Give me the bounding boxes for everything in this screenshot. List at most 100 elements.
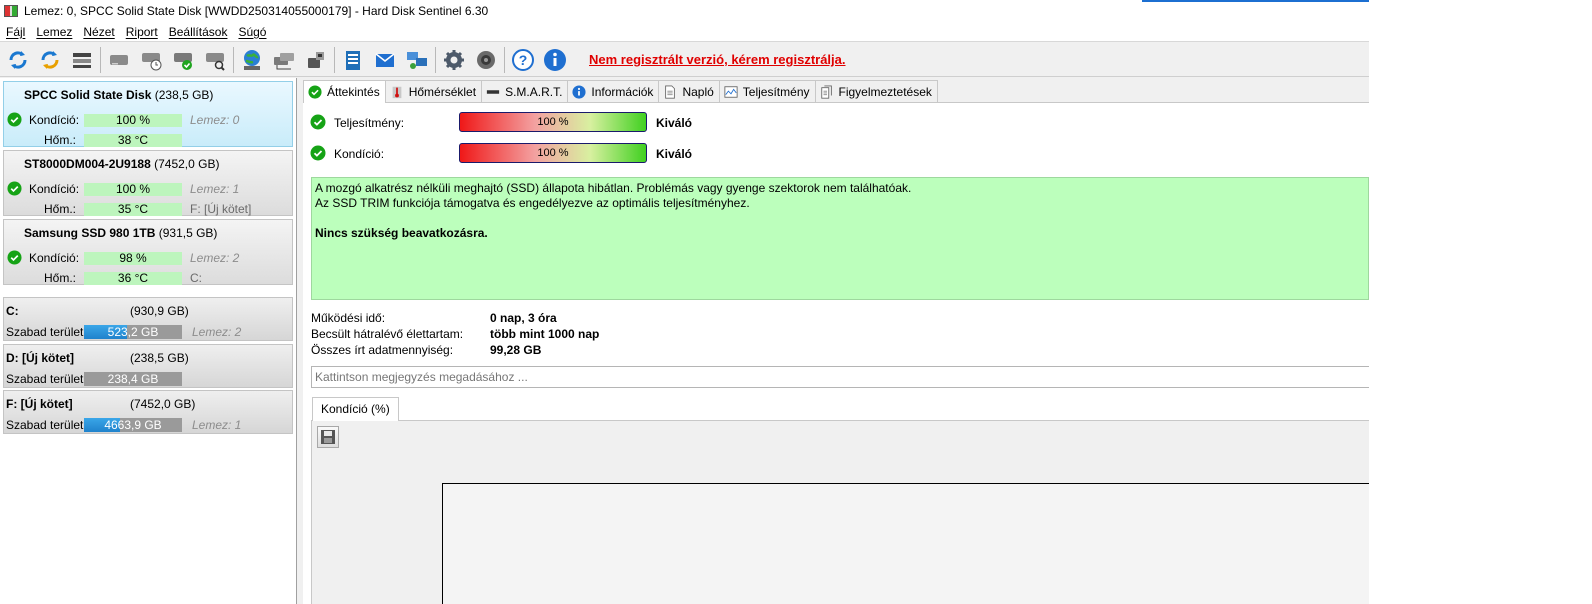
menu-file[interactable]: Fájl [4, 25, 34, 39]
tab-label: Napló [682, 84, 714, 99]
disk-icon [110, 54, 128, 65]
disk-list-button[interactable] [68, 46, 96, 74]
info-value: 99,28 GB [490, 343, 542, 357]
temperature-bar: 36 °C [84, 272, 182, 285]
health-ok-icon [310, 145, 326, 161]
disk-name: Samsung SSD 980 1TB (931,5 GB) [24, 226, 218, 240]
disk-schedule-button[interactable] [137, 46, 165, 74]
globe-button[interactable] [238, 46, 266, 74]
tab-log[interactable]: Napló [658, 80, 720, 102]
volume-card-d[interactable]: D: [Új kötet] (238,5 GB) Szabad terület … [3, 344, 293, 388]
network-icon [407, 51, 427, 69]
email-icon [375, 52, 395, 67]
free-space-label: Szabad terület [6, 372, 84, 386]
document-icon [665, 84, 676, 99]
health-rating: Kiváló [656, 147, 693, 161]
info-value: több mint 1000 nap [490, 327, 600, 341]
condition-bar: 100 % [84, 183, 182, 196]
volume-card-c[interactable]: C: (930,9 GB) Szabad terület 523,2 GB Le… [3, 297, 293, 341]
tab-label: Áttekintés [327, 85, 380, 99]
disk-search-button[interactable] [201, 46, 229, 74]
refresh-all-icon [41, 50, 59, 69]
disk-name: ST8000DM004-2U9188 (7452,0 GB) [24, 157, 220, 171]
email-button[interactable] [371, 46, 399, 74]
temperature-bar: 35 °C [84, 203, 182, 216]
menu-report[interactable]: Riport [124, 25, 167, 39]
taskbar-accent [1142, 0, 1369, 2]
usb-disk-icon [308, 51, 324, 68]
save-chart-button[interactable] [317, 426, 339, 448]
performance-label: Teljesítmény: [334, 116, 405, 130]
info-row-lifetime: Becsült hátralévő élettartam: több mint … [311, 327, 711, 343]
tab-smart[interactable]: S.M.A.R.T. [481, 80, 569, 102]
disk-status-button[interactable] [169, 46, 197, 74]
refresh-button[interactable] [4, 46, 32, 74]
disk-card-samsung[interactable]: Samsung SSD 980 1TB (931,5 GB) Kondíció:… [3, 219, 293, 285]
settings-icon [444, 49, 464, 70]
volume-disk: Lemez: 1 [192, 418, 242, 432]
tab-condition-chart[interactable]: Kondíció (%) [312, 397, 399, 421]
settings-button[interactable] [440, 46, 468, 74]
save-icon [321, 430, 335, 444]
condition-bar: 100 % [84, 114, 182, 127]
sound-button[interactable] [472, 46, 500, 74]
report-icon [346, 50, 360, 70]
health-ok-icon [7, 112, 22, 127]
note-input[interactable] [311, 366, 1369, 388]
health-ok-icon [7, 250, 22, 265]
volume-card-f[interactable]: F: [Új kötet] (7452,0 GB) Szabad terület… [3, 390, 293, 434]
menu-help[interactable]: Súgó [236, 25, 275, 39]
disk-index: Lemez: 0 [190, 113, 240, 127]
free-space-bar: 4663,9 GB [84, 418, 182, 432]
info-value: 0 nap, 3 óra [490, 311, 557, 325]
condition-bar: 98 % [84, 252, 182, 265]
network-disk-button[interactable] [270, 46, 298, 74]
report-button[interactable] [339, 46, 367, 74]
disk-card-st8000[interactable]: ST8000DM004-2U9188 (7452,0 GB) Kondíció:… [3, 150, 293, 216]
hard-disk-sentinel-window: Lemez: 0, SPCC Solid State Disk [WWDD250… [0, 0, 1369, 604]
info-row-uptime: Működési idő: 0 nap, 3 óra [311, 311, 711, 327]
temperature-label: Hőm.: [44, 202, 77, 216]
help-button[interactable]: ? [509, 46, 537, 74]
tab-overview[interactable]: Áttekintés [303, 80, 386, 103]
about-button[interactable] [541, 46, 569, 74]
registration-warning-link[interactable]: Nem regisztrált verzió, kérem regisztrál… [589, 52, 846, 67]
disk-search-icon [206, 52, 225, 71]
disk-card-spcc[interactable]: SPCC Solid State Disk (238,5 GB) Kondíci… [3, 81, 293, 147]
free-space-bar: 238,4 GB [84, 372, 182, 386]
disk-volume: F: [Új kötet] [190, 202, 252, 216]
tab-performance[interactable]: Teljesítmény [718, 80, 816, 102]
volume-name: C: [6, 304, 19, 318]
disk-schedule-icon [142, 52, 162, 70]
volume-disk: Lemez: 2 [192, 325, 242, 339]
free-space-bar: 523,2 GB [84, 325, 182, 339]
menu-settings[interactable]: Beállítások [167, 25, 237, 39]
desktop-background [1369, 0, 1592, 604]
usb-disk-button[interactable] [302, 46, 330, 74]
info-label: Összes írt adatmennyiség: [311, 343, 454, 357]
tab-label: S.M.A.R.T. [505, 84, 563, 99]
toolbar-separator [435, 46, 436, 73]
disk-button[interactable] [105, 46, 133, 74]
condition-label: Kondíció: [29, 251, 80, 265]
performance-rating: Kiváló [656, 116, 693, 130]
volume-size: (7452,0 GB) [130, 397, 196, 411]
window-title: Lemez: 0, SPCC Solid State Disk [WWDD250… [24, 4, 489, 18]
info-icon [572, 84, 586, 99]
menu-disk[interactable]: Lemez [34, 25, 81, 39]
condition-label: Kondíció: [29, 182, 80, 196]
volume-name: F: [Új kötet] [6, 397, 73, 411]
network-button[interactable] [403, 46, 431, 74]
tab-temperature[interactable]: Hőmérséklet [384, 80, 483, 102]
toolbar-separator [504, 46, 505, 73]
tab-alerts[interactable]: Figyelmeztetések [814, 80, 938, 102]
health-ok-icon [7, 181, 22, 196]
tab-information[interactable]: Információk [567, 80, 660, 102]
refresh-all-button[interactable] [36, 46, 64, 74]
disk-name: SPCC Solid State Disk (238,5 GB) [24, 88, 214, 102]
globe-icon [244, 49, 260, 70]
free-space-value: 4663,9 GB [104, 418, 162, 432]
menu-view[interactable]: Nézet [81, 25, 123, 39]
sound-icon [477, 50, 495, 69]
health-bar: 100 % [459, 143, 647, 163]
